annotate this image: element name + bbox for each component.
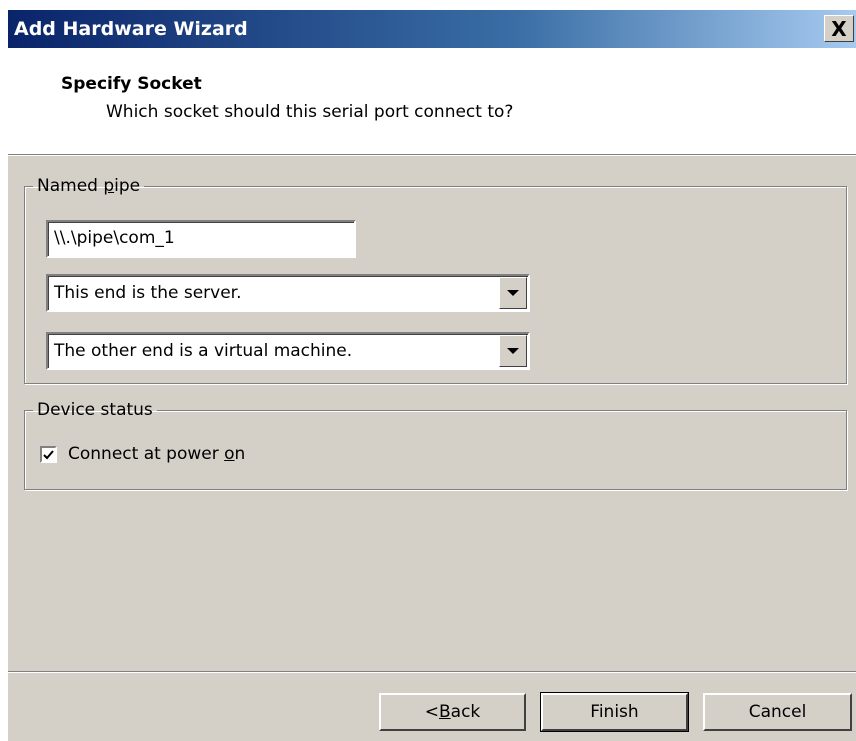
close-icon: X	[831, 16, 847, 41]
window-title: Add Hardware Wizard	[14, 18, 248, 40]
title-bar[interactable]: Add Hardware Wizard X	[8, 10, 856, 48]
wizard-header: Specify Socket Which socket should this …	[8, 48, 856, 155]
page-subtitle: Which socket should this serial port con…	[106, 102, 514, 122]
device-status-legend: Device status	[37, 400, 153, 420]
connect-at-power-on-label[interactable]: Connect at power on	[68, 444, 245, 464]
chevron-down-icon	[507, 348, 519, 354]
other-end-select[interactable]: The other end is a virtual machine.	[46, 332, 530, 370]
connect-at-power-on-checkbox[interactable]	[40, 446, 57, 463]
checkmark-icon	[43, 449, 54, 459]
cancel-button[interactable]: Cancel	[703, 693, 852, 731]
finish-button[interactable]: Finish	[540, 692, 689, 732]
this-end-value: This end is the server.	[54, 283, 242, 303]
other-end-value: The other end is a virtual machine.	[54, 341, 353, 361]
add-hardware-wizard-window: Add Hardware Wizard X Specify Socket Whi…	[8, 10, 856, 741]
footer-divider-highlight	[8, 672, 856, 673]
chevron-down-icon	[507, 290, 519, 296]
page-title: Specify Socket	[61, 74, 202, 94]
back-button[interactable]: < Back	[379, 693, 526, 731]
this-end-select[interactable]: This end is the server.	[46, 274, 530, 312]
pipe-name-value: \\.\pipe\com_1	[54, 228, 175, 248]
this-end-dropdown-button[interactable]	[499, 277, 527, 309]
named-pipe-legend: Named pipe	[37, 176, 141, 196]
close-button[interactable]: X	[824, 15, 854, 42]
other-end-dropdown-button[interactable]	[499, 335, 527, 367]
header-divider	[8, 155, 856, 156]
pipe-name-input[interactable]: \\.\pipe\com_1	[46, 220, 356, 258]
